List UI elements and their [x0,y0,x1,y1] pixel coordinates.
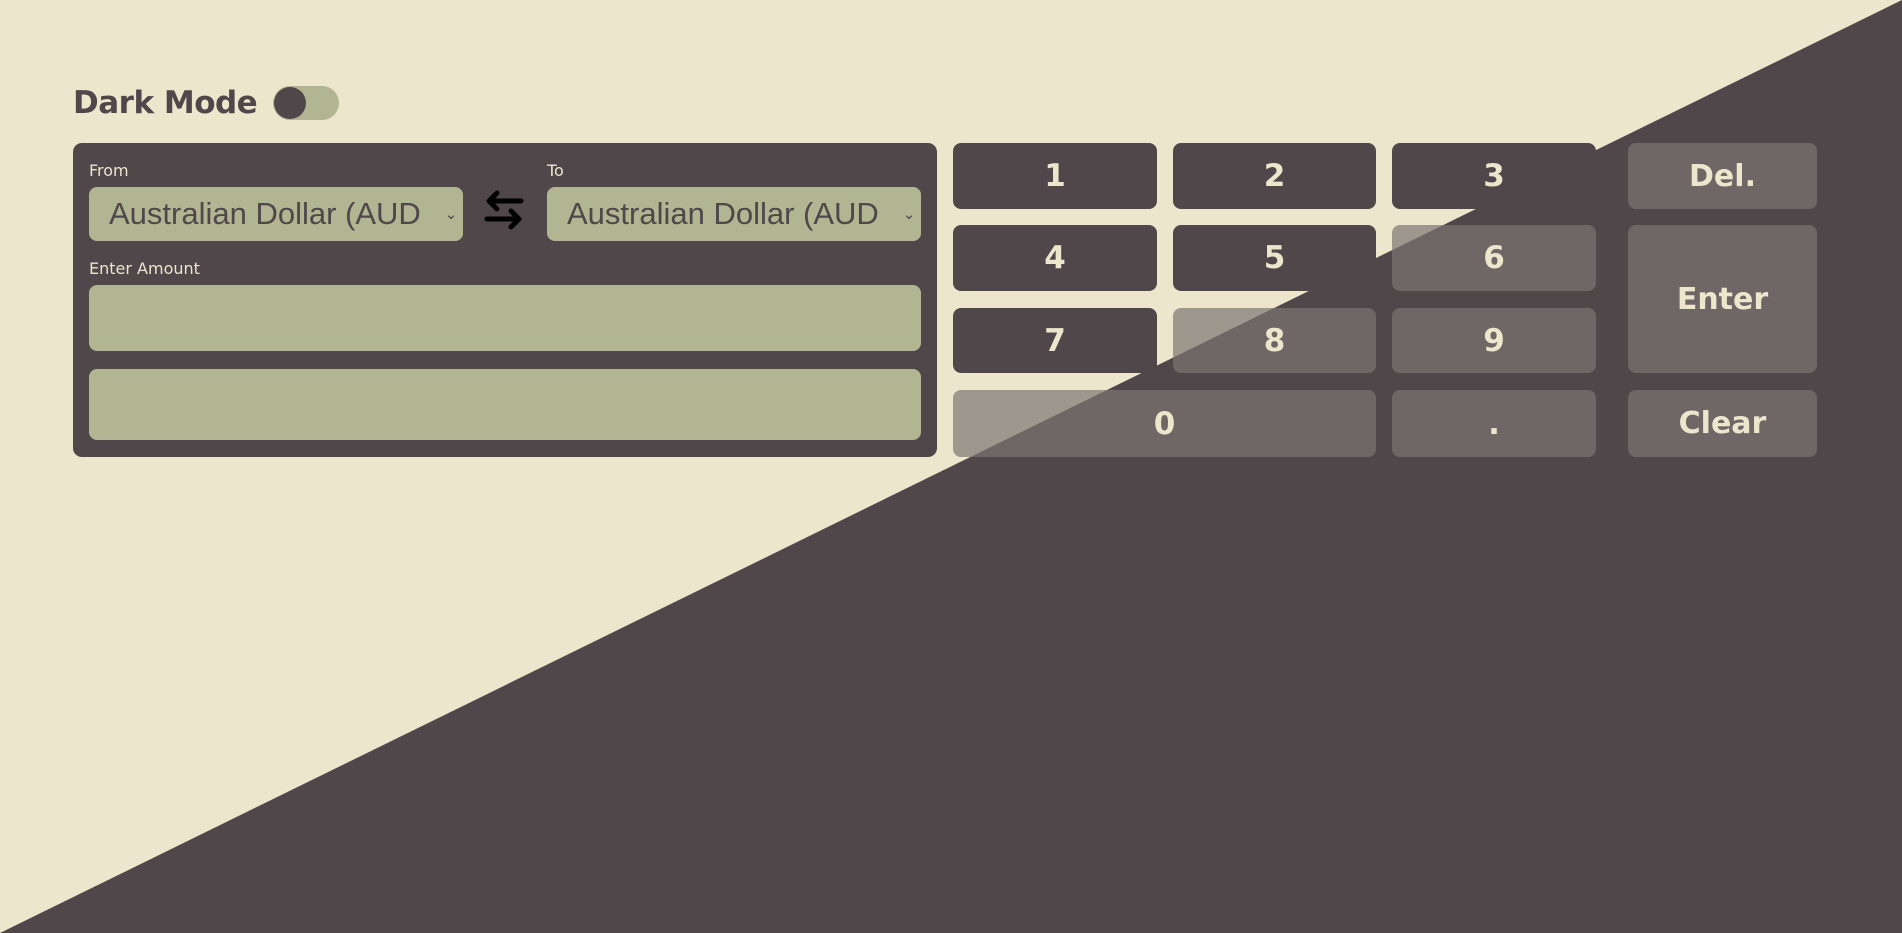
to-currency-select[interactable]: Australian Dollar (AUD ⌄ [547,187,921,241]
key-7[interactable]: 7 [953,308,1157,373]
header: Dark Mode [73,83,340,123]
key-3[interactable]: 3 [1392,143,1596,209]
diagonal-background [0,0,1902,933]
swap-arrows-icon[interactable] [481,187,527,233]
page-title: Dark Mode [73,85,258,121]
key-9[interactable]: 9 [1392,308,1596,373]
key-decimal[interactable]: . [1392,390,1596,457]
converter-panel: From Australian Dollar (AUD ⌄ To Austral… [73,143,937,457]
delete-button[interactable]: Del. [1628,143,1817,209]
key-8[interactable]: 8 [1173,308,1376,373]
dark-mode-toggle[interactable] [273,86,340,120]
enter-button[interactable]: Enter [1628,225,1817,373]
key-0[interactable]: 0 [953,390,1376,457]
key-6[interactable]: 6 [1392,225,1596,291]
to-currency-value: Australian Dollar (AUD [567,196,879,231]
key-1[interactable]: 1 [953,143,1157,209]
chevron-down-icon: ⌄ [897,187,921,241]
key-2[interactable]: 2 [1173,143,1376,209]
toggle-knob [274,87,307,119]
key-4[interactable]: 4 [953,225,1157,291]
chevron-down-icon: ⌄ [439,187,463,241]
from-currency-value: Australian Dollar (AUD [109,196,421,231]
result-output [89,369,921,440]
amount-label: Enter Amount [89,259,200,278]
to-label: To [547,161,564,180]
amount-input[interactable] [89,285,921,351]
from-currency-select[interactable]: Australian Dollar (AUD ⌄ [89,187,463,241]
clear-button[interactable]: Clear [1628,390,1817,457]
from-label: From [89,161,129,180]
key-5[interactable]: 5 [1173,225,1376,291]
